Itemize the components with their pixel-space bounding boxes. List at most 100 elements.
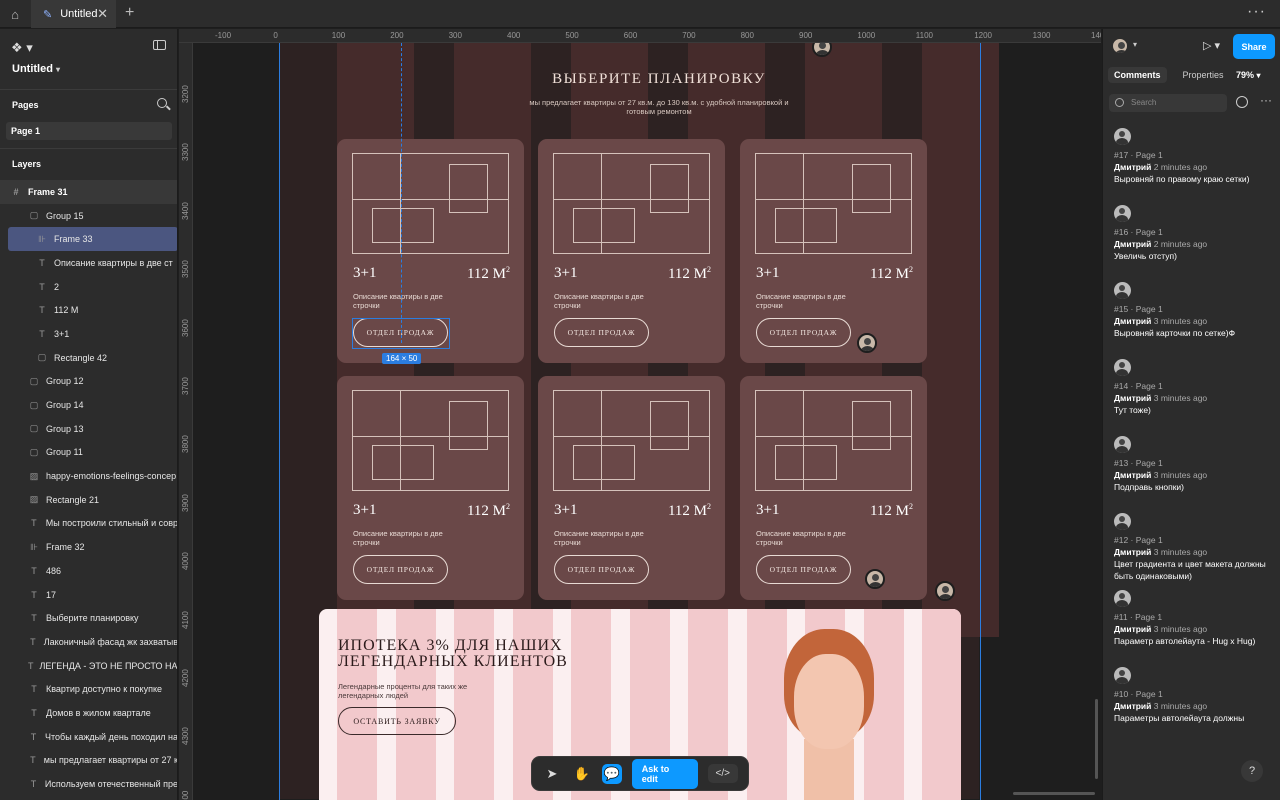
- layer-item[interactable]: ⊪ Frame 32: [0, 535, 177, 559]
- layer-item[interactable]: ⊪ Frame 33: [8, 227, 177, 252]
- ruler-tick-label: 100: [331, 31, 346, 40]
- layer-item[interactable]: # Frame 31: [0, 180, 177, 204]
- layer-item[interactable]: T Выберите планировку: [0, 606, 177, 630]
- ruler-horizontal[interactable]: -100 0 100 200 300 400 500 600 700 800 900 1000 1100…: [179, 29, 1101, 43]
- comment-author-line: Дмитрий 3 minutes ago: [1114, 624, 1208, 634]
- layer-name: ЛЕГЕНДА - ЭТО НЕ ПРОСТО НАЗ: [39, 660, 178, 671]
- hand-tool-icon[interactable]: ✋: [572, 764, 592, 784]
- more-icon[interactable]: ···: [1260, 93, 1272, 107]
- apartment-card[interactable]: 3+1 112 M2 Описание квартиры в две строчки…: [337, 376, 524, 600]
- present-icon[interactable]: ▷ ▾: [1203, 39, 1220, 52]
- layer-type-icon: T: [39, 281, 45, 292]
- comment-pin[interactable]: [935, 581, 955, 601]
- apartment-card[interactable]: 3+1 112 M2 Описание квартиры в две строчки…: [740, 376, 927, 600]
- sales-button[interactable]: ОТДЕЛ ПРОДАЖ: [756, 555, 851, 584]
- layer-item[interactable]: ▢ Group 11: [0, 441, 177, 465]
- divider: [0, 89, 177, 90]
- layer-item[interactable]: T Используем отечественный пре: [0, 772, 177, 796]
- comment-thread[interactable]: #10 · Page 1 Дмитрий 3 minutes ago Парамет…: [1114, 667, 1274, 724]
- layer-item[interactable]: ▢ Group 15: [0, 204, 177, 228]
- ruler-tick-label: 1100: [915, 31, 933, 40]
- layer-item[interactable]: T 112 M: [0, 298, 177, 322]
- layer-item[interactable]: T Описание квартиры в две ст: [0, 251, 177, 275]
- apartment-card[interactable]: 3+1 112 M2 Описание квартиры в две строчки…: [538, 139, 725, 363]
- comment-thread[interactable]: #13 · Page 1 Дмитрий 3 minutes ago Подправ…: [1114, 436, 1274, 493]
- layer-type-icon: #: [13, 186, 19, 197]
- layer-item[interactable]: T2: [0, 275, 177, 299]
- comment-thread[interactable]: #11 · Page 1 Дмитрий 3 minutes ago Парамет…: [1114, 590, 1274, 647]
- horizontal-scrollbar[interactable]: [1013, 792, 1095, 795]
- layer-item[interactable]: T Мы построили стильный и совр: [0, 512, 177, 536]
- layer-item[interactable]: T Лаконичный фасад жк захватыв: [0, 630, 177, 654]
- layer-item[interactable]: T ЛЕГЕНДА - ЭТО НЕ ПРОСТО НАЗ: [0, 654, 178, 678]
- dev-mode-icon[interactable]: </>: [707, 764, 738, 783]
- ruler-tick-label: 300: [448, 31, 462, 40]
- close-tab-icon[interactable]: ✕: [97, 6, 108, 22]
- section-title[interactable]: ВЫБЕРИТЕ ПЛАНИРОВКУ: [479, 71, 839, 88]
- comment-thread[interactable]: #17 · Page 1 Дмитрий 2 minutes ago Выровня…: [1114, 128, 1274, 185]
- layer-name: Выберите планировку: [46, 613, 139, 624]
- help-button[interactable]: ?: [1241, 760, 1263, 782]
- ruler-tick-label: 400: [507, 31, 521, 40]
- layer-item[interactable]: T Квартир доступно к покупке: [0, 677, 177, 701]
- comment-pin[interactable]: [865, 569, 885, 589]
- page-item[interactable]: Page 1: [6, 122, 172, 140]
- home-icon[interactable]: ⌂: [0, 0, 30, 28]
- file-title[interactable]: Untitled ▾: [12, 63, 60, 75]
- woman-photo[interactable]: [764, 629, 894, 800]
- layer-item[interactable]: T Чтобы каждый день походил на: [0, 725, 177, 749]
- search-icon[interactable]: [157, 98, 167, 108]
- apartment-card[interactable]: 3+1 112 M2 Описание квартиры в две строчки…: [740, 139, 927, 363]
- layer-item[interactable]: ▢ Rectangle 42: [0, 346, 177, 370]
- more-menu-icon[interactable]: ···: [1247, 3, 1266, 21]
- section-subtitle[interactable]: мы предлагает квартиры от 27 кв.м. до 13…: [519, 98, 799, 116]
- ruler-tick-label: 3200: [181, 85, 190, 103]
- comment-thread[interactable]: #14 · Page 1 Дмитрий 3 minutes ago Тут тож…: [1114, 359, 1274, 416]
- move-tool-icon[interactable]: ➤: [542, 764, 562, 784]
- comment-thread[interactable]: #16 · Page 1 Дмитрий 2 minutes ago Увеличь…: [1114, 205, 1274, 262]
- request-button[interactable]: ОСТАВИТЬ ЗАЯВКУ: [338, 707, 456, 735]
- filter-icon[interactable]: [1236, 96, 1248, 108]
- comment-thread[interactable]: #15 · Page 1 Дмитрий 3 minutes ago Выровня…: [1114, 282, 1274, 339]
- layer-item[interactable]: T 3+1: [0, 322, 177, 346]
- layer-item[interactable]: ▨ Rectangle 21: [0, 488, 177, 512]
- comments-search[interactable]: Search: [1109, 94, 1227, 112]
- vertical-scrollbar[interactable]: [1095, 699, 1098, 779]
- avatar: [1114, 205, 1131, 222]
- sales-button[interactable]: ОТДЕЛ ПРОДАЖ: [554, 555, 649, 584]
- layer-item[interactable]: ▨ happy-emotions-feelings-concep: [0, 464, 177, 488]
- figma-menu-icon[interactable]: ❖ ▾: [11, 40, 33, 56]
- chevron-down-icon[interactable]: ▾: [1133, 40, 1137, 49]
- toggle-sidebar-icon[interactable]: [153, 40, 166, 50]
- canvas[interactable]: ВЫБЕРИТЕ ПЛАНИРОВКУ мы предлагает кварти…: [179, 29, 1101, 800]
- ruler-tick-label: 3800: [181, 435, 190, 454]
- comment-thread[interactable]: #12 · Page 1 Дмитрий 3 minutes ago Цвет гр…: [1114, 513, 1274, 582]
- share-button[interactable]: Share: [1233, 34, 1275, 59]
- comment-tool-icon[interactable]: 💬: [601, 763, 622, 784]
- layer-item[interactable]: T 17: [0, 583, 177, 607]
- layer-type-icon: ⊪: [30, 541, 38, 552]
- zoom-level[interactable]: 79% ▾: [1236, 70, 1261, 80]
- layer-item[interactable]: T 486: [0, 559, 177, 583]
- layer-item[interactable]: ▢ Group 12: [0, 370, 177, 394]
- apartment-card[interactable]: 3+1 112 M2 Описание квартиры в две строчки…: [538, 376, 725, 600]
- tab-untitled[interactable]: ✎ Untitled ✕: [31, 0, 116, 28]
- ask-to-edit-button[interactable]: Ask to edit: [631, 758, 698, 789]
- comment-pin[interactable]: [857, 333, 877, 353]
- sales-button[interactable]: ОТДЕЛ ПРОДАЖ: [353, 555, 448, 584]
- user-avatar[interactable]: [1111, 37, 1129, 55]
- layer-item[interactable]: ▢ Group 14: [0, 393, 177, 417]
- tab-properties[interactable]: Properties: [1177, 67, 1230, 83]
- floor-plan-image: [352, 153, 509, 254]
- tab-comments[interactable]: Comments: [1108, 67, 1167, 83]
- layer-item[interactable]: Tмы предлагает квартиры от 27 к: [0, 749, 177, 773]
- new-tab-icon[interactable]: +: [125, 4, 134, 22]
- sales-button[interactable]: ОТДЕЛ ПРОДАЖ: [756, 318, 851, 347]
- layer-item[interactable]: T Домов в жилом квартале: [0, 701, 177, 725]
- ruler-vertical[interactable]: 3200 3300 3400 3500 3600 3700 3800 3900 4000 4100…: [179, 43, 193, 800]
- floor-plan-image: [352, 390, 509, 491]
- layout-guide: [980, 43, 981, 800]
- banner-subtitle: Легендарные проценты для таких же легенд…: [338, 682, 468, 700]
- layer-item[interactable]: ▢ Group 13: [0, 417, 177, 441]
- sales-button[interactable]: ОТДЕЛ ПРОДАЖ: [554, 318, 649, 347]
